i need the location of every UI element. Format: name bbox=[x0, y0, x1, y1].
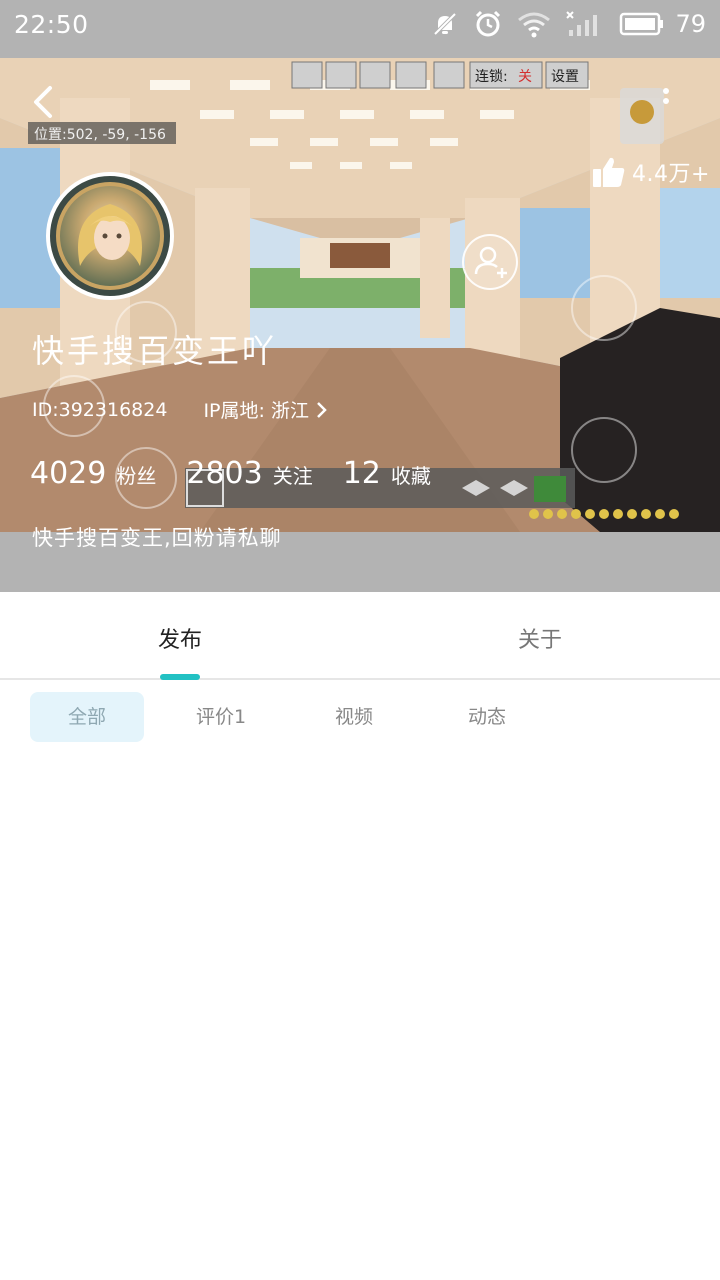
active-tab-indicator bbox=[160, 674, 200, 680]
content-list-empty bbox=[0, 760, 720, 1280]
profile-header: 位置:502, -59, -156 连锁: 关 设置 4.4万+ 快手搜百变王吖… bbox=[0, 58, 720, 592]
profile-meta: ID:392316824 IP属地: 浙江 bbox=[32, 396, 327, 423]
back-button[interactable] bbox=[26, 82, 62, 122]
likes-count: 4.4万+ bbox=[632, 162, 710, 187]
avatar[interactable] bbox=[46, 172, 174, 300]
alarm-icon bbox=[476, 10, 501, 37]
avatar-image bbox=[56, 182, 164, 290]
add-user-icon bbox=[474, 246, 507, 278]
more-dot-icon bbox=[663, 88, 669, 94]
followers-stat[interactable]: 4029 粉丝 bbox=[30, 456, 156, 491]
game-chain-label: 连锁: bbox=[475, 69, 508, 85]
username: 快手搜百变王吖 bbox=[32, 332, 278, 370]
following-stat[interactable]: 2803 关注 bbox=[186, 456, 312, 491]
thumbs-up-icon bbox=[593, 157, 625, 187]
status-icons: 79 bbox=[431, 8, 706, 40]
mute-bell-icon bbox=[434, 12, 457, 36]
filter-dynamic[interactable]: 动态 bbox=[448, 692, 526, 742]
more-dot-icon bbox=[663, 98, 669, 104]
battery-level: 79 bbox=[675, 10, 706, 38]
filter-all[interactable]: 全部 bbox=[30, 692, 144, 742]
followers-label: 粉丝 bbox=[116, 464, 157, 488]
favorites-count: 12 bbox=[342, 456, 381, 491]
game-chain-state: 关 bbox=[518, 69, 532, 85]
add-friend-button[interactable] bbox=[462, 234, 518, 290]
ip-location-link[interactable]: IP属地: 浙江 bbox=[203, 396, 327, 423]
profile-page: 22:50 79 位置:502, -59, -156 连锁: 关 设置 4.4万… bbox=[0, 0, 720, 1280]
following-label: 关注 bbox=[272, 464, 313, 488]
status-time: 22:50 bbox=[14, 10, 89, 39]
ip-location: IP属地: 浙江 bbox=[203, 400, 309, 422]
wifi-icon bbox=[518, 12, 551, 38]
tab-about[interactable]: 关于 bbox=[518, 622, 562, 654]
profile-tabs: 发布 关于 bbox=[0, 592, 720, 680]
profile-bio: 快手搜百变王,回粉请私聊 bbox=[32, 526, 282, 550]
following-count: 2803 bbox=[186, 456, 263, 491]
content-filters: 全部 评价1 视频 动态 bbox=[0, 692, 720, 744]
user-id: ID:392316824 bbox=[32, 398, 168, 421]
followers-count: 4029 bbox=[30, 456, 107, 491]
filter-video[interactable]: 视频 bbox=[312, 692, 396, 742]
favorites-stat[interactable]: 12 收藏 bbox=[343, 456, 431, 491]
status-bar: 22:50 79 bbox=[0, 0, 720, 58]
more-options-button[interactable] bbox=[656, 84, 676, 116]
chevron-right-icon bbox=[317, 401, 327, 418]
battery-icon bbox=[620, 12, 664, 36]
game-settings-label: 设置 bbox=[551, 69, 579, 85]
likes-counter: 4.4万+ bbox=[592, 156, 710, 188]
profile-stats: 4029 粉丝 2803 关注 12 收藏 bbox=[30, 456, 461, 491]
chevron-left-icon bbox=[34, 86, 52, 118]
tab-publish[interactable]: 发布 bbox=[158, 622, 202, 654]
signal-icon bbox=[566, 11, 598, 36]
filter-review[interactable]: 评价1 bbox=[176, 692, 266, 742]
game-position-readout: 位置:502, -59, -156 bbox=[34, 127, 166, 143]
favorites-label: 收藏 bbox=[390, 464, 431, 488]
